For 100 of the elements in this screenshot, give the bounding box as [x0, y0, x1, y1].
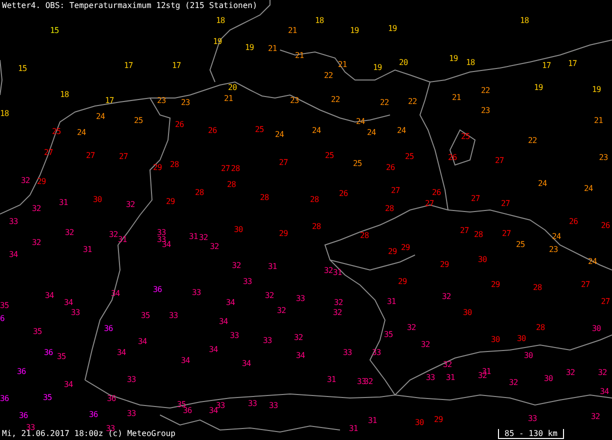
temperature-label: 31 — [368, 416, 377, 425]
temperature-label: 19 — [388, 24, 397, 33]
temperature-label: 35 — [177, 400, 186, 409]
temperature-label: 25 — [461, 132, 470, 141]
temperature-label: 35 — [43, 393, 52, 402]
temperature-label: 33 — [127, 375, 136, 384]
temperature-label: 32 — [65, 228, 74, 237]
temperature-label: 30 — [463, 308, 472, 317]
temperature-label: 36 — [107, 394, 116, 403]
temperature-label: 19 — [449, 54, 458, 63]
temperature-label: 27 — [471, 194, 480, 203]
temperature-label: 32 — [333, 308, 342, 317]
temperature-label: 24 — [588, 257, 597, 266]
map-title: Wetter4. OBS: Temperaturmaximum 12stg (215 Stationen) — [2, 1, 258, 11]
temperature-label: 22 — [331, 95, 340, 104]
temperature-label: 34 — [64, 380, 73, 389]
temperature-label: 22 — [408, 97, 417, 106]
temperature-label: 23 — [549, 245, 558, 254]
temperature-label: 27 — [119, 152, 128, 161]
temperature-label: 27 — [44, 148, 53, 157]
temperature-label: 35 — [384, 330, 393, 339]
temperature-label: 26 — [386, 163, 395, 172]
temperature-label: 20 — [228, 83, 237, 92]
temperature-label: 21 — [268, 44, 277, 53]
temperature-label: 25 — [353, 159, 362, 168]
temperature-label: 28 — [310, 195, 319, 204]
temperature-label: 25 — [134, 116, 143, 125]
temperature-label: 30 — [517, 334, 526, 343]
temperature-label: 33 — [192, 288, 201, 297]
temperature-label: 29 — [440, 260, 449, 269]
temperature-label: 32 — [126, 200, 135, 209]
temperature-label: 26 — [569, 217, 578, 226]
temperature-label: 30 — [524, 351, 533, 360]
temperature-label: 25 — [255, 125, 264, 134]
temperature-label: 31 — [268, 262, 277, 271]
temperature-label: 17 — [172, 61, 181, 70]
temperature-label: 24 — [367, 128, 376, 137]
temperature-label: 31 — [446, 373, 455, 382]
temperature-label: 27 — [425, 199, 434, 208]
temperature-label: 31 — [83, 245, 92, 254]
temperature-label: 18 — [60, 90, 69, 99]
temperature-label: 19 — [350, 26, 359, 35]
temperature-label: 19 — [245, 43, 254, 52]
temperature-label: 32 — [566, 368, 575, 377]
temperature-label: 21 — [224, 94, 233, 103]
temperature-label: 29 — [434, 415, 443, 424]
temperature-label: 32 — [598, 368, 607, 377]
temperature-label: 18 — [520, 16, 529, 25]
temperature-label: 35 — [33, 327, 42, 336]
temperature-label: 30 — [544, 374, 553, 383]
temperature-label: 31 — [333, 268, 342, 277]
temperature-label: 34 — [9, 250, 18, 259]
temperature-label: 22 — [481, 86, 490, 95]
temperature-label: 17 — [568, 59, 577, 68]
temperature-label: 27 — [495, 156, 504, 165]
temperature-label: 27 — [460, 226, 469, 235]
temperature-label: 15 — [50, 26, 59, 35]
temperature-label: 35 — [141, 311, 150, 320]
temperature-label: 24 — [312, 126, 321, 135]
temperature-label: 32 — [277, 306, 286, 315]
temperature-label: 26 — [432, 188, 441, 197]
temperature-label: 26 — [339, 189, 348, 198]
temperature-label: 33 — [9, 217, 18, 226]
temperature-label: 34 — [242, 359, 251, 368]
temperature-label: 32 — [442, 292, 451, 301]
temperature-label: 34 — [600, 387, 609, 396]
temperature-label: 34 — [219, 317, 228, 326]
temperature-label: 32 — [232, 261, 241, 270]
temperature-label: 35 — [0, 301, 9, 310]
temperature-label: 33 — [157, 228, 166, 237]
temperature-label: 27 — [86, 151, 95, 160]
temperature-label: 33 — [357, 377, 366, 386]
temperature-label: 34 — [209, 345, 218, 354]
temperature-label: 34 — [138, 337, 147, 346]
temperature-label: 33 — [106, 424, 115, 433]
temperature-label: 32 — [407, 323, 416, 332]
temperature-label: 21 — [594, 116, 603, 125]
temperature-label: 23 — [290, 96, 299, 105]
temperature-label: 23 — [181, 98, 190, 107]
temperature-label: 26 — [601, 221, 610, 230]
temperature-label: 23 — [599, 153, 608, 162]
temperature-label: 32 — [324, 266, 333, 275]
temperature-label: 24 — [356, 117, 365, 126]
temperature-label: 33 — [248, 399, 257, 408]
temperature-label: 26 — [208, 126, 217, 135]
temperature-label: 32 — [334, 298, 343, 307]
temperature-label: 19 — [534, 83, 543, 92]
temperature-label: 29 — [388, 247, 397, 256]
temperature-label: 17 — [124, 61, 133, 70]
temperature-label: 31 — [327, 375, 336, 384]
temperature-label: 26 — [448, 153, 457, 162]
temperature-label: 31 — [349, 424, 358, 433]
temperature-label: 18 — [0, 109, 9, 118]
temperature-label: 29 — [398, 277, 407, 286]
temperature-label: 36 — [89, 410, 98, 419]
temperature-label: 22 — [528, 136, 537, 145]
temperature-label: 36 — [183, 406, 192, 415]
temperature-label: 30 — [592, 324, 601, 333]
temperature-label: 34 — [111, 289, 120, 298]
temperature-label: 33 — [372, 348, 381, 357]
